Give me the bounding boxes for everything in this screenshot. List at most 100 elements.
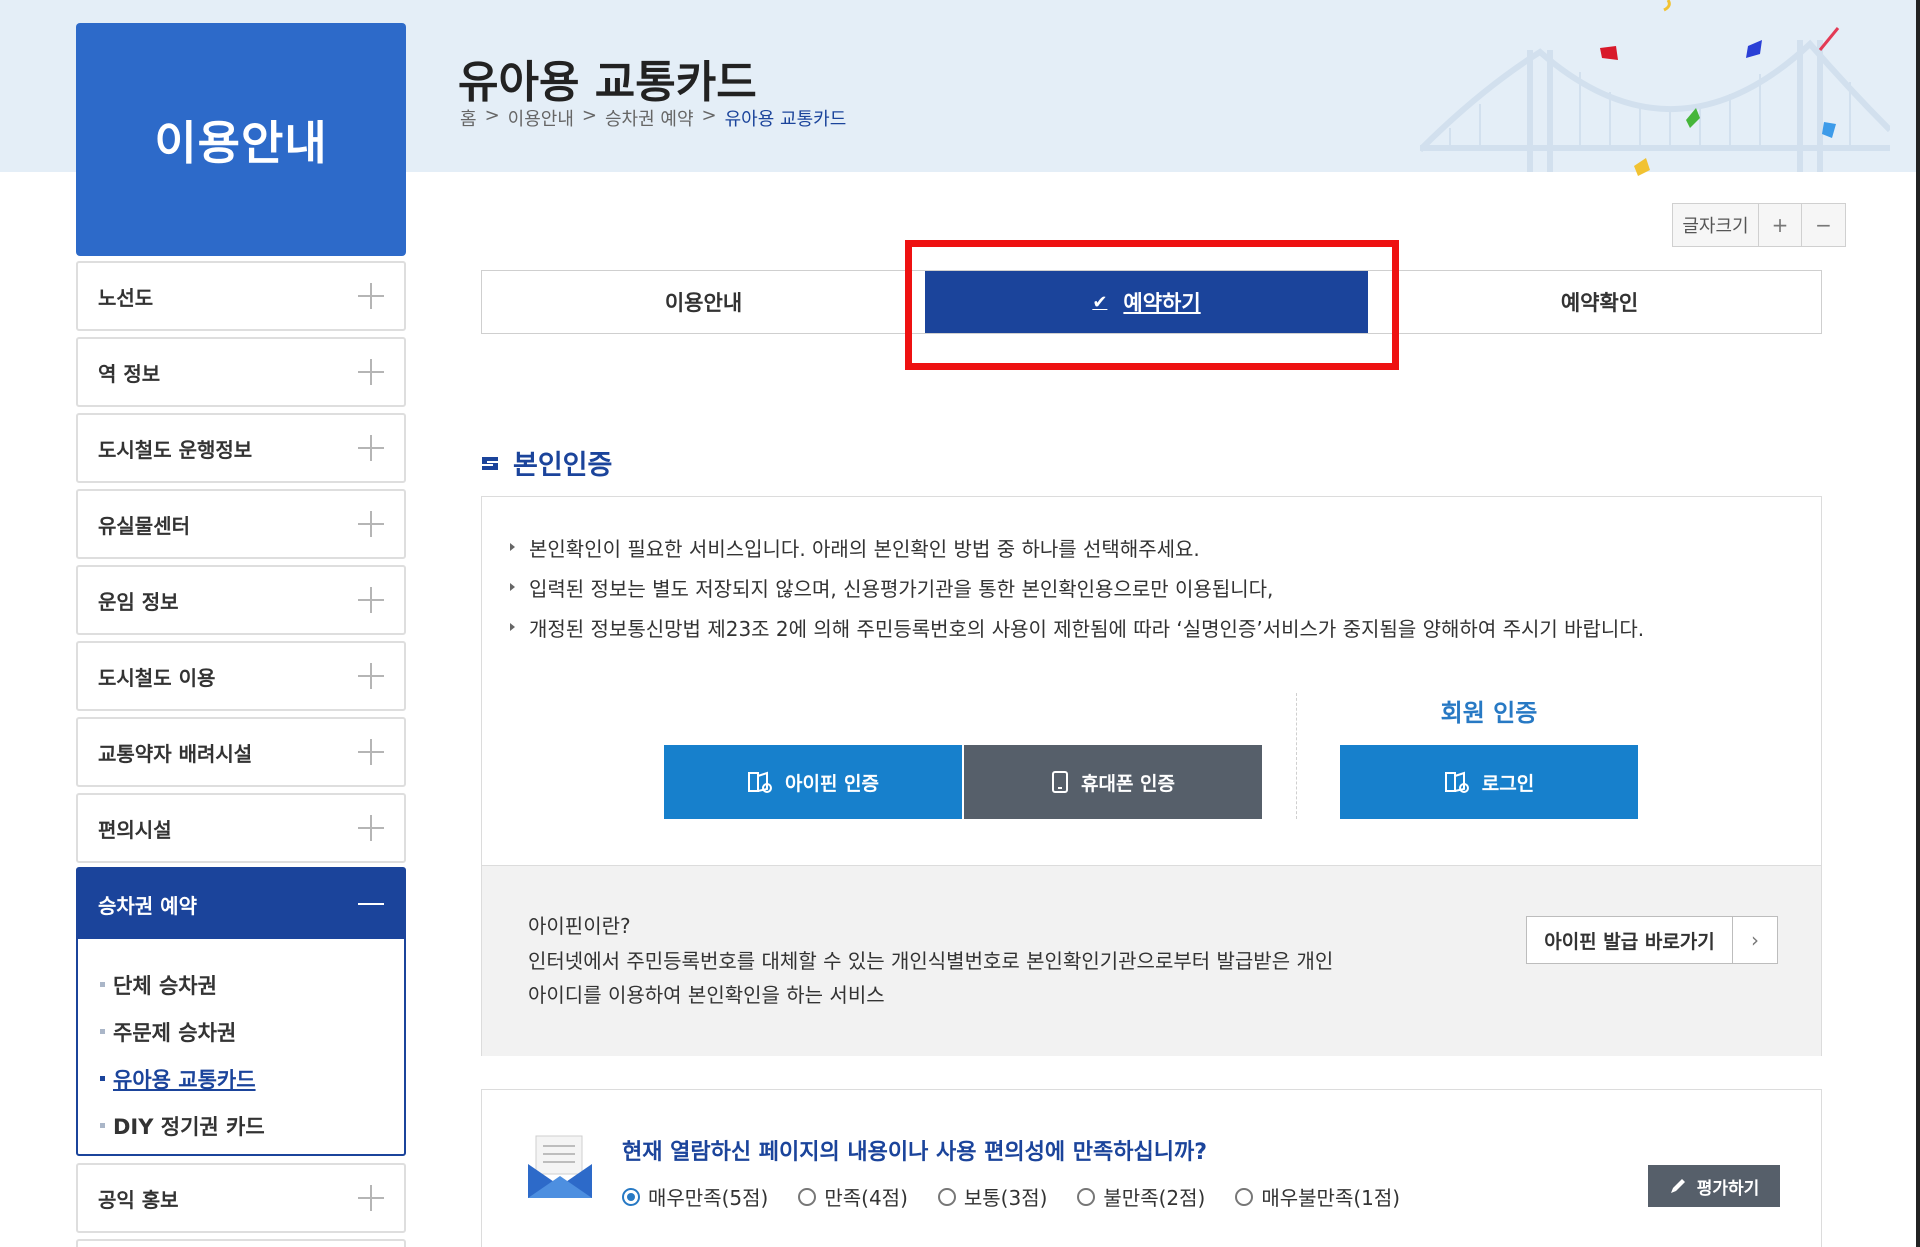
- sidebar-item-operation-info[interactable]: 도시철도 운행정보: [76, 413, 406, 483]
- chevron-right-icon: ›: [1751, 928, 1759, 952]
- page-title: 유아용 교통카드: [458, 57, 757, 108]
- radio-icon: [1077, 1187, 1096, 1206]
- tab-confirm[interactable]: 예약확인: [1378, 271, 1821, 333]
- sidebar-item-label: 노선도: [98, 285, 154, 310]
- sidebar-item-label: 도시철도 이용: [98, 665, 216, 690]
- bullet-icon: [100, 982, 105, 987]
- breadcrumb: 홈 > 이용안내 > 승차권 예약 > 유아용 교통카드: [460, 105, 846, 131]
- breadcrumb-current: 유아용 교통카드: [724, 109, 847, 130]
- book-icon: [747, 771, 772, 793]
- survey-question: 현재 열람하신 페이지의 내용이나 사용 편의성에 만족하십니까?: [622, 1140, 1207, 1165]
- breadcrumb-home[interactable]: 홈: [460, 105, 477, 131]
- sidebar-item-fare-info[interactable]: 운임 정보: [76, 565, 406, 635]
- sidebar-item-label: 승차권 예약: [98, 893, 197, 918]
- bullet-icon: [510, 543, 515, 551]
- login-button[interactable]: 로그인: [1340, 745, 1638, 819]
- bullet-icon: [100, 1029, 105, 1034]
- ipin-info: 아이핀이란? 인터넷에서 주민등록번호를 대체할 수 있는 개인식별번호로 본인…: [482, 865, 1821, 1056]
- ipin-issue-link[interactable]: 아이핀 발급 바로가기 ›: [1526, 916, 1778, 964]
- sidebar-item-lost-found[interactable]: 유실물센터: [76, 489, 406, 559]
- sidebar-item-ticket-reservation: 승차권 예약 단체 승차권 주문제 승차권 유아용 교통카드 DIY 정기권 카…: [76, 867, 406, 1156]
- breadcrumb-separator: >: [581, 105, 597, 126]
- mail-icon: [528, 1135, 592, 1198]
- satisfaction-survey: 현재 열람하신 페이지의 내용이나 사용 편의성에 만족하십니까? 매우만족(5…: [481, 1089, 1822, 1247]
- minus-icon: [358, 903, 384, 905]
- font-size-label: 글자크기: [1673, 204, 1759, 246]
- note-item: 입력된 정보는 별도 저장되지 않으며, 신용평가기관을 통한 본인확인용으로만…: [510, 567, 1644, 607]
- book-icon: [1444, 771, 1469, 793]
- ipin-question: 아이핀이란?: [528, 914, 631, 938]
- sidebar-submenu: 단체 승차권 주문제 승차권 유아용 교통카드 DIY 정기권 카드: [78, 939, 404, 1149]
- phone-auth-button[interactable]: 휴대폰 인증: [964, 745, 1262, 819]
- submenu-item[interactable]: 단체 승차권: [100, 961, 404, 1008]
- survey-option[interactable]: 보통(3점): [937, 1182, 1047, 1211]
- auth-box: 본인확인이 필요한 서비스입니다. 아래의 본인확인 방법 중 하나를 선택해주…: [481, 496, 1822, 1056]
- survey-option[interactable]: 매우불만족(1점): [1235, 1182, 1400, 1211]
- submenu-item[interactable]: 주문제 승차권: [100, 1008, 404, 1055]
- confetti-decoration: [1600, 0, 1840, 176]
- font-size-increase-button[interactable]: +: [1759, 204, 1802, 246]
- bullet-icon: [510, 583, 515, 591]
- divider: [1296, 693, 1297, 819]
- section-title-text: 본인인증: [513, 450, 613, 481]
- font-size-decrease-button[interactable]: −: [1802, 204, 1845, 246]
- bullet-icon: [510, 623, 515, 631]
- ipin-description: 인터넷에서 주민등록번호를 대체할 수 있는 개인식별번호로 본인확인기관으로부…: [528, 949, 1334, 1007]
- sidebar-item-label: 편의시설: [98, 817, 172, 842]
- radio-icon: [937, 1187, 956, 1206]
- plus-icon: [358, 587, 384, 613]
- plus-icon: [358, 663, 384, 689]
- radio-selected-icon: [622, 1187, 640, 1206]
- survey-option[interactable]: 만족(4점): [798, 1182, 908, 1211]
- section-icon: [482, 456, 498, 470]
- note-item: 개정된 정보통신망법 제23조 2에 의해 주민등록번호의 사용이 제한됨에 따…: [510, 607, 1644, 647]
- sidebar-item-label: 역 정보: [98, 361, 161, 386]
- pencil-icon: [1670, 1179, 1685, 1193]
- sidebar-item-route-map[interactable]: 노선도: [76, 261, 406, 331]
- plus-icon: [358, 283, 384, 309]
- section-title: 본인인증: [481, 443, 612, 482]
- font-size-control: 글자크기 + −: [1672, 203, 1846, 247]
- bullet-icon: [100, 1123, 105, 1128]
- survey-option[interactable]: 매우만족(5점): [622, 1182, 768, 1211]
- sidebar-item-facilities[interactable]: 편의시설: [76, 793, 406, 863]
- window-edge: [1916, 0, 1920, 1247]
- sidebar-item-label: 공익 홍보: [98, 1187, 179, 1212]
- member-auth-title: 회원 인증: [1440, 699, 1538, 727]
- plus-icon: [358, 739, 384, 765]
- phone-icon: [1051, 771, 1068, 793]
- plus-icon: [358, 359, 384, 385]
- note-item: 본인확인이 필요한 서비스입니다. 아래의 본인확인 방법 중 하나를 선택해주…: [510, 527, 1644, 567]
- survey-option[interactable]: 불만족(2점): [1077, 1182, 1205, 1211]
- bullet-icon: [100, 1076, 105, 1081]
- plus-icon: [358, 435, 384, 461]
- sidebar-item-accessibility[interactable]: 교통약자 배려시설: [76, 717, 406, 787]
- sidebar-active-header[interactable]: 승차권 예약: [78, 869, 404, 939]
- plus-icon: [358, 511, 384, 537]
- plus-icon: [358, 815, 384, 841]
- breadcrumb-separator: >: [701, 105, 717, 126]
- tab-guide[interactable]: 이용안내: [482, 271, 925, 333]
- plus-icon: [358, 1185, 384, 1211]
- breadcrumb-reservation[interactable]: 승차권 예약: [605, 105, 694, 131]
- sidebar-item-label: 도시철도 운행정보: [98, 437, 253, 462]
- highlight-box: [905, 240, 1399, 370]
- survey-options: 매우만족(5점) 만족(4점) 보통(3점) 불만족(2점) 매우불만족(1점): [622, 1182, 1400, 1211]
- sidebar-item-next[interactable]: [76, 1239, 406, 1247]
- breadcrumb-separator: >: [484, 105, 500, 126]
- sidebar-item-public-promo[interactable]: 공익 홍보: [76, 1163, 406, 1233]
- sidebar-item-station-info[interactable]: 역 정보: [76, 337, 406, 407]
- radio-icon: [798, 1187, 817, 1206]
- ipin-auth-button[interactable]: 아이핀 인증: [664, 745, 962, 819]
- evaluate-button[interactable]: 평가하기: [1648, 1165, 1780, 1207]
- submenu-item-current[interactable]: 유아용 교통카드: [100, 1055, 404, 1102]
- submenu-item[interactable]: DIY 정기권 카드: [100, 1102, 404, 1149]
- auth-notes: 본인확인이 필요한 서비스입니다. 아래의 본인확인 방법 중 하나를 선택해주…: [510, 527, 1644, 647]
- sidebar-item-label: 운임 정보: [98, 589, 179, 614]
- sidebar-item-metro-use[interactable]: 도시철도 이용: [76, 641, 406, 711]
- sidebar-item-label: 유실물센터: [98, 513, 190, 538]
- sidebar-title: 이용안내: [76, 23, 406, 256]
- sidebar-item-label: 교통약자 배려시설: [98, 741, 253, 766]
- radio-icon: [1235, 1187, 1254, 1206]
- breadcrumb-guide[interactable]: 이용안내: [508, 105, 574, 131]
